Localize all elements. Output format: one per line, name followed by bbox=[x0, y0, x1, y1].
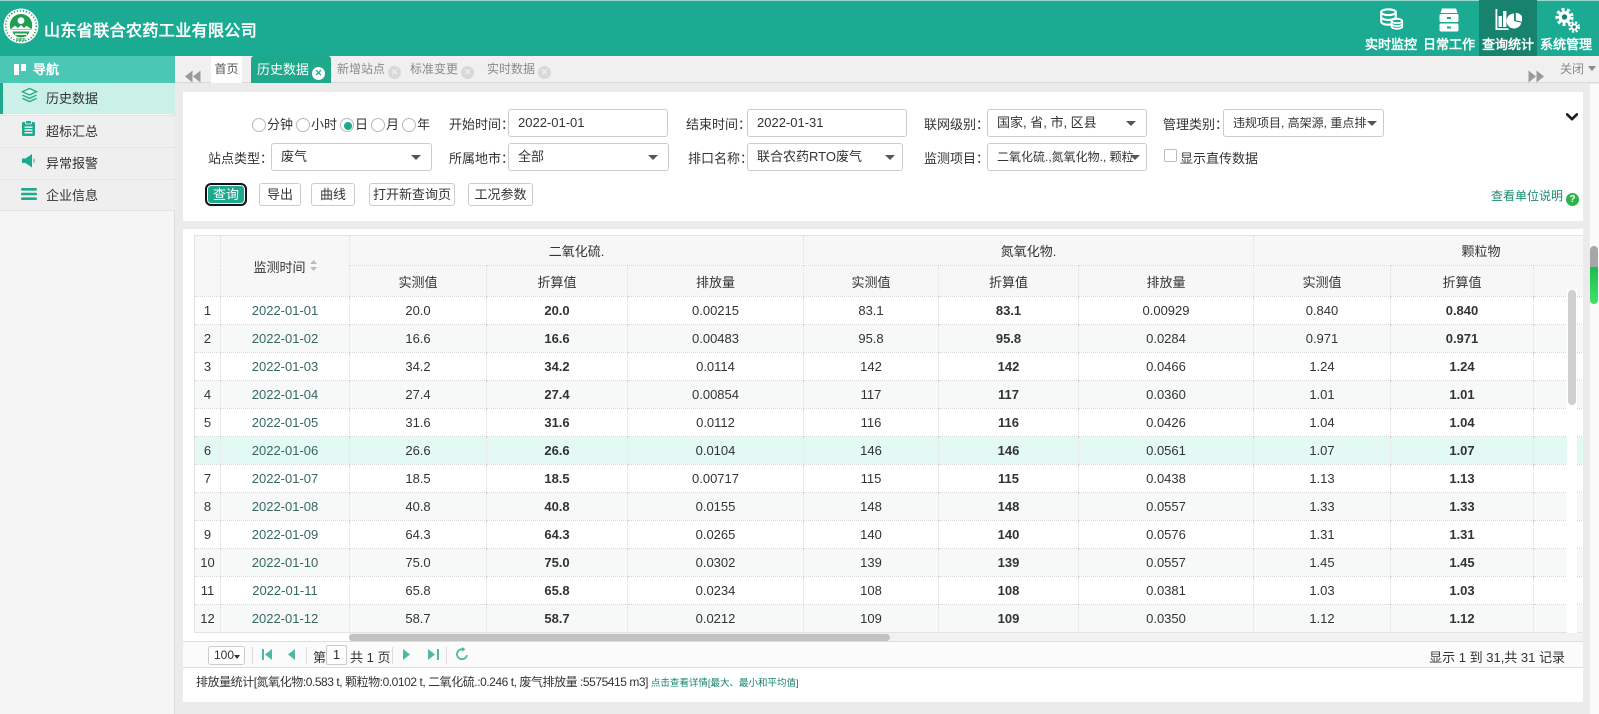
svg-text:MEE: MEE bbox=[16, 37, 26, 42]
